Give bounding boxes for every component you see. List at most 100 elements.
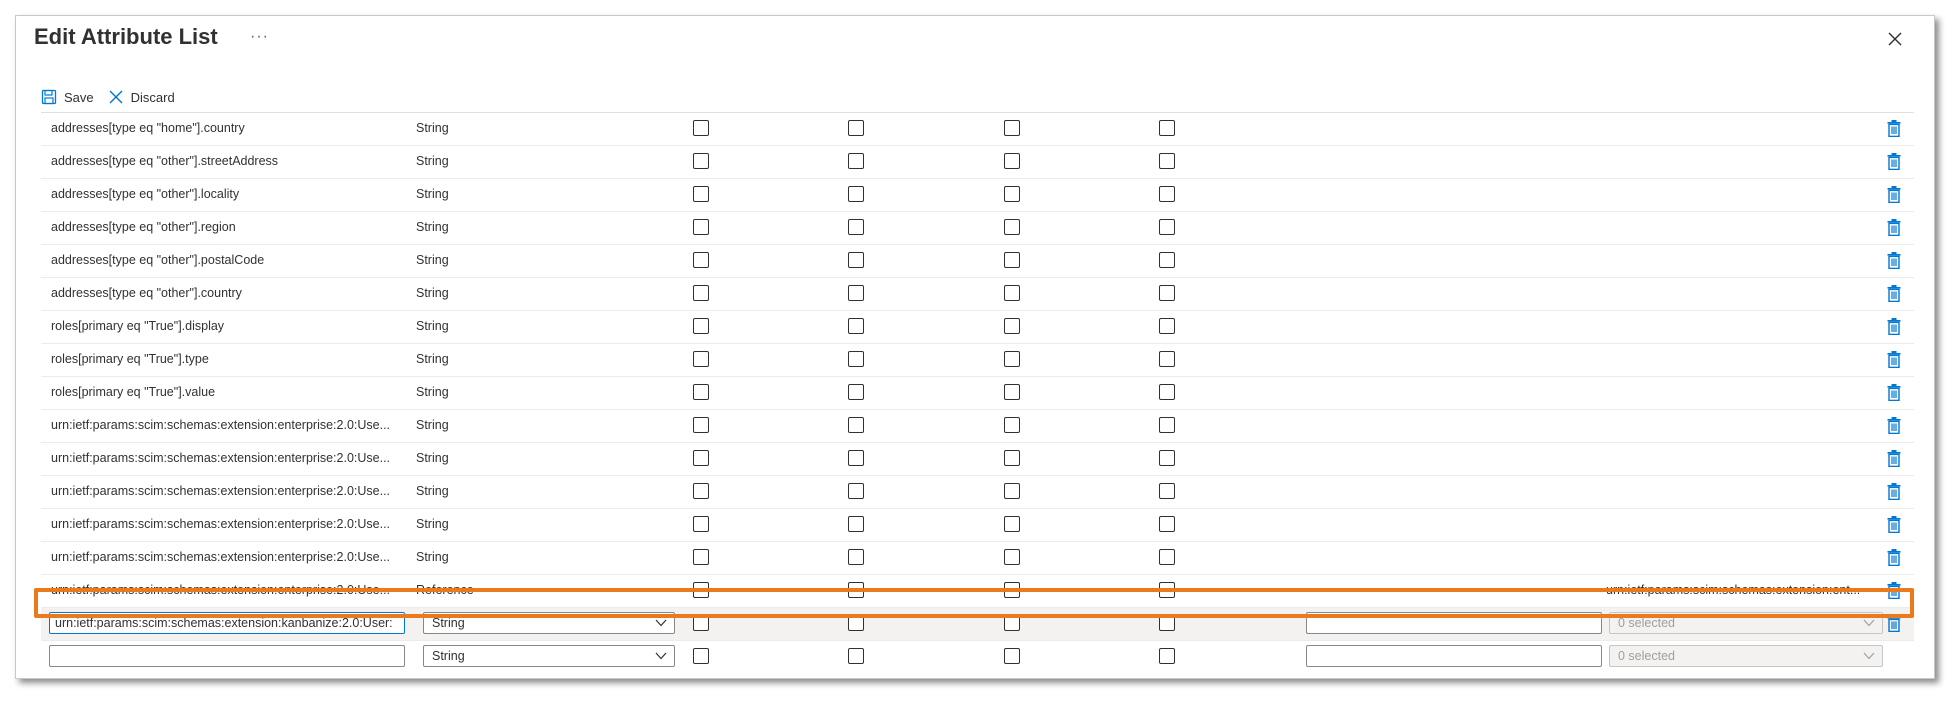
required-checkbox[interactable] bbox=[848, 483, 864, 499]
attribute-name: addresses[type eq "other"].postalCode bbox=[51, 253, 265, 267]
required-checkbox[interactable] bbox=[848, 285, 864, 301]
delete-icon[interactable] bbox=[1887, 516, 1901, 533]
exact-case-checkbox[interactable] bbox=[1159, 549, 1175, 565]
table-row: urn:ietf:params:scim:schemas:extension:e… bbox=[41, 542, 1914, 575]
chevron-down-icon bbox=[655, 652, 667, 660]
delete-icon[interactable] bbox=[1887, 450, 1901, 467]
attribute-type: String bbox=[416, 484, 449, 498]
delete-icon[interactable] bbox=[1887, 351, 1901, 368]
multi-value-checkbox[interactable] bbox=[1004, 648, 1020, 664]
required-checkbox[interactable] bbox=[848, 351, 864, 367]
more-options-button[interactable]: ··· bbox=[250, 28, 269, 46]
required-checkbox[interactable] bbox=[848, 120, 864, 136]
required-checkbox[interactable] bbox=[848, 648, 864, 664]
multi-value-checkbox[interactable] bbox=[1004, 186, 1020, 202]
close-icon[interactable] bbox=[1886, 30, 1904, 48]
multi-value-checkbox[interactable] bbox=[1004, 549, 1020, 565]
attribute-type: String bbox=[416, 550, 449, 564]
exact-case-checkbox[interactable] bbox=[1159, 186, 1175, 202]
delete-icon[interactable] bbox=[1887, 186, 1901, 203]
primary-key-checkbox[interactable] bbox=[693, 483, 709, 499]
primary-key-checkbox[interactable] bbox=[693, 219, 709, 235]
required-checkbox[interactable] bbox=[848, 549, 864, 565]
multi-value-checkbox[interactable] bbox=[1004, 120, 1020, 136]
multi-value-checkbox[interactable] bbox=[1004, 417, 1020, 433]
multi-value-checkbox[interactable] bbox=[1004, 285, 1020, 301]
primary-key-checkbox[interactable] bbox=[693, 516, 709, 532]
required-checkbox[interactable] bbox=[848, 252, 864, 268]
delete-icon[interactable] bbox=[1887, 549, 1901, 566]
multi-value-checkbox[interactable] bbox=[1004, 219, 1020, 235]
multi-value-checkbox[interactable] bbox=[1004, 153, 1020, 169]
table-row: addresses[type eq "other"].locality Strin… bbox=[41, 179, 1914, 212]
primary-key-checkbox[interactable] bbox=[693, 153, 709, 169]
new-referenced-object-select[interactable]: 0 selected bbox=[1609, 645, 1883, 667]
attribute-type: String bbox=[416, 220, 449, 234]
exact-case-checkbox[interactable] bbox=[1159, 450, 1175, 466]
discard-button[interactable]: Discard bbox=[108, 89, 175, 105]
primary-key-checkbox[interactable] bbox=[693, 252, 709, 268]
primary-key-checkbox[interactable] bbox=[693, 648, 709, 664]
primary-key-checkbox[interactable] bbox=[693, 450, 709, 466]
delete-icon[interactable] bbox=[1887, 153, 1901, 170]
multi-value-checkbox[interactable] bbox=[1004, 351, 1020, 367]
primary-key-checkbox[interactable] bbox=[693, 186, 709, 202]
multi-value-checkbox[interactable] bbox=[1004, 318, 1020, 334]
referenced-select-value: 0 selected bbox=[1618, 649, 1675, 663]
exact-case-checkbox[interactable] bbox=[1159, 252, 1175, 268]
delete-icon[interactable] bbox=[1887, 252, 1901, 269]
delete-icon[interactable] bbox=[1887, 417, 1901, 434]
multi-value-checkbox[interactable] bbox=[1004, 483, 1020, 499]
delete-icon[interactable] bbox=[1887, 384, 1901, 401]
exact-case-checkbox[interactable] bbox=[1159, 648, 1175, 664]
primary-key-checkbox[interactable] bbox=[693, 285, 709, 301]
highlight-box bbox=[34, 588, 1914, 618]
save-button[interactable]: Save bbox=[41, 89, 94, 105]
primary-key-checkbox[interactable] bbox=[693, 417, 709, 433]
exact-case-checkbox[interactable] bbox=[1159, 120, 1175, 136]
exact-case-checkbox[interactable] bbox=[1159, 285, 1175, 301]
multi-value-checkbox[interactable] bbox=[1004, 516, 1020, 532]
new-attribute-type-select[interactable]: String bbox=[423, 645, 675, 667]
exact-case-checkbox[interactable] bbox=[1159, 483, 1175, 499]
delete-icon[interactable] bbox=[1887, 285, 1901, 302]
required-checkbox[interactable] bbox=[848, 219, 864, 235]
primary-key-checkbox[interactable] bbox=[693, 120, 709, 136]
delete-icon[interactable] bbox=[1887, 318, 1901, 335]
required-checkbox[interactable] bbox=[848, 417, 864, 433]
attribute-name: roles[primary eq "True"].value bbox=[51, 385, 216, 399]
exact-case-checkbox[interactable] bbox=[1159, 417, 1175, 433]
exact-case-checkbox[interactable] bbox=[1159, 351, 1175, 367]
table-row: roles[primary eq "True"].value String bbox=[41, 377, 1914, 410]
primary-key-checkbox[interactable] bbox=[693, 351, 709, 367]
required-checkbox[interactable] bbox=[848, 516, 864, 532]
delete-icon[interactable] bbox=[1887, 120, 1901, 137]
primary-key-checkbox[interactable] bbox=[693, 384, 709, 400]
table-row: roles[primary eq "True"].type String bbox=[41, 344, 1914, 377]
exact-case-checkbox[interactable] bbox=[1159, 318, 1175, 334]
multi-value-checkbox[interactable] bbox=[1004, 252, 1020, 268]
exact-case-checkbox[interactable] bbox=[1159, 153, 1175, 169]
primary-key-checkbox[interactable] bbox=[693, 318, 709, 334]
attribute-name: addresses[type eq "other"].region bbox=[51, 220, 236, 234]
required-checkbox[interactable] bbox=[848, 450, 864, 466]
exact-case-checkbox[interactable] bbox=[1159, 219, 1175, 235]
primary-key-checkbox[interactable] bbox=[693, 549, 709, 565]
discard-label: Discard bbox=[130, 89, 175, 105]
delete-icon[interactable] bbox=[1887, 219, 1901, 236]
chevron-down-icon bbox=[1863, 619, 1875, 627]
required-checkbox[interactable] bbox=[848, 318, 864, 334]
new-default-value-input[interactable] bbox=[1306, 645, 1602, 667]
required-checkbox[interactable] bbox=[848, 153, 864, 169]
new-attribute-name-input[interactable] bbox=[49, 645, 405, 667]
delete-icon[interactable] bbox=[1887, 483, 1901, 500]
exact-case-checkbox[interactable] bbox=[1159, 516, 1175, 532]
multi-value-checkbox[interactable] bbox=[1004, 384, 1020, 400]
save-icon bbox=[41, 89, 57, 105]
required-checkbox[interactable] bbox=[848, 384, 864, 400]
exact-case-checkbox[interactable] bbox=[1159, 384, 1175, 400]
page-title: Edit Attribute List bbox=[34, 24, 218, 49]
multi-value-checkbox[interactable] bbox=[1004, 450, 1020, 466]
attribute-type: String bbox=[416, 385, 449, 399]
required-checkbox[interactable] bbox=[848, 186, 864, 202]
